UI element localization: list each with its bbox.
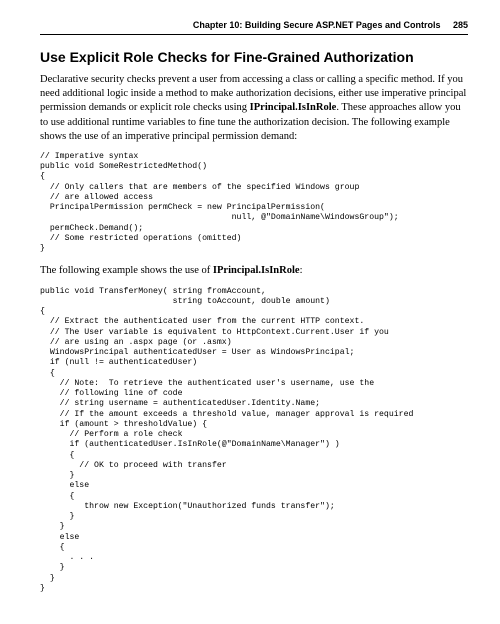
section-title: Use Explicit Role Checks for Fine-Graine…: [40, 49, 468, 65]
code-block-2: public void TransferMoney( string fromAc…: [40, 287, 468, 595]
para1-bold: IPrincipal.IsInRole: [250, 102, 337, 113]
page: Chapter 10: Building Secure ASP.NET Page…: [0, 0, 500, 624]
page-number: 285: [453, 20, 468, 30]
paragraph-2: The following example shows the use of I…: [40, 264, 468, 278]
code-block-1: // Imperative syntax public void SomeRes…: [40, 152, 468, 255]
para2-bold: IPrincipal.IsInRole: [213, 265, 300, 276]
para2-text-b: :: [300, 265, 303, 276]
running-header: Chapter 10: Building Secure ASP.NET Page…: [40, 20, 468, 35]
chapter-label: Chapter 10: Building Secure ASP.NET Page…: [193, 20, 441, 30]
para2-text-a: The following example shows the use of: [40, 265, 213, 276]
paragraph-1: Declarative security checks prevent a us…: [40, 73, 468, 144]
